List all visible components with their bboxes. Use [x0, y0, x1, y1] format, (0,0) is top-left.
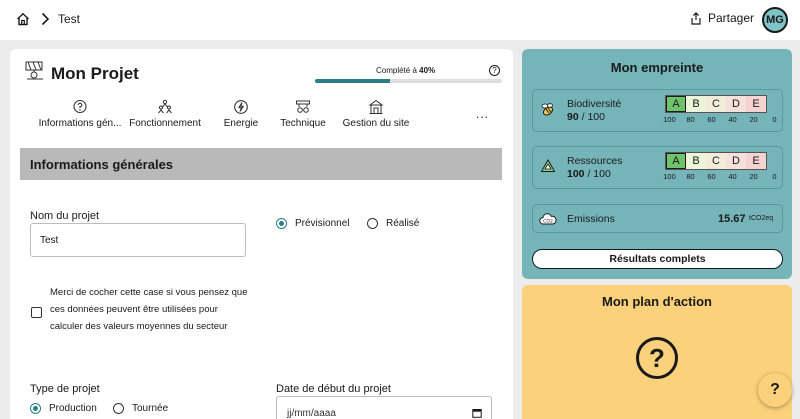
breadcrumb-item[interactable]: Test [58, 12, 80, 26]
biodiversity-grade-scale: A B C D E [665, 95, 767, 113]
more-tabs-button[interactable]: ... [476, 107, 489, 121]
tab-informations[interactable]: Informations gén... [24, 99, 136, 129]
emissions-metric: CO2 Emissions 15.67 tCO2eq [532, 204, 783, 233]
share-button[interactable]: Partager [690, 11, 754, 25]
share-icon [691, 11, 701, 25]
grade-a: A [666, 96, 686, 112]
tab-gestion-du-site[interactable]: Gestion du site [340, 99, 412, 129]
chevron-right-icon [41, 12, 50, 26]
checkbox-label: Merci de cocher cette case si vous pense… [50, 287, 248, 332]
progress-bar [315, 79, 502, 83]
help-button[interactable]: ? [758, 373, 792, 407]
radio-dot [113, 403, 124, 414]
project-card: Mon Projet Complété à 40% ? Informations… [10, 49, 513, 419]
progress-fill [315, 79, 390, 83]
question-mark-icon[interactable]: ? [636, 337, 678, 379]
co2-cloud-icon: CO2 [539, 213, 557, 225]
biodiversity-metric: Biodiversité 90 / 100 A B C D E 100 80 60 4… [532, 89, 783, 132]
full-results-button[interactable]: Résultats complets [532, 249, 783, 269]
share-label: Partager [708, 11, 755, 25]
radio-production[interactable]: Production [30, 403, 97, 414]
radio-realise[interactable]: Réalisé [367, 218, 419, 229]
footprint-title: Mon empreinte [610, 60, 704, 75]
emissions-value: 15.67 [718, 213, 746, 225]
grade-b: B [686, 153, 706, 169]
svg-text:CO2: CO2 [543, 218, 553, 224]
biodiversity-score: 90 / 100 [567, 111, 605, 123]
grade-c: C [706, 96, 726, 112]
tools-icon [296, 100, 310, 113]
resources-score: 100 / 100 [567, 168, 611, 180]
radio-previsionnel[interactable]: Prévisionnel [276, 218, 349, 229]
calendar-icon[interactable] [472, 408, 482, 418]
biodiversity-label: Biodiversité [567, 98, 622, 110]
radio-dot [367, 218, 378, 229]
emissions-label: Emissions [567, 213, 615, 225]
section-title: Informations générales [20, 148, 502, 180]
tab-fonctionnement[interactable]: Fonctionnement [123, 99, 207, 129]
progress-label: Complété à 40% [376, 66, 436, 75]
resources-metric: Ressources 100 / 100 A B C D E 100 80 60 40… [532, 146, 783, 189]
energy-icon [234, 100, 248, 114]
tab-bar: Informations gén... Fonctionnement Energ… [10, 99, 513, 135]
grade-a: A [666, 153, 686, 169]
grade-e: E [746, 153, 766, 169]
tab-energie[interactable]: Energie [215, 99, 267, 129]
action-plan-card: Mon plan d'action ? [522, 285, 792, 419]
start-date-input[interactable]: jj/mm/aaaa [276, 396, 492, 419]
recycle-icon [540, 158, 556, 172]
average-data-checkbox[interactable] [31, 307, 42, 318]
tab-technique[interactable]: Technique [275, 99, 331, 129]
people-icon [158, 99, 172, 114]
footprint-card: Mon empreinte Biodiversité 90 / 100 A B … [522, 49, 792, 279]
project-type-label: Type de projet [30, 383, 100, 395]
resources-grade-scale: A B C D E [665, 152, 767, 170]
avatar[interactable]: MG [762, 7, 788, 33]
radio-tournee[interactable]: Tournée [113, 403, 168, 414]
building-icon [368, 99, 384, 114]
home-icon[interactable] [16, 12, 30, 26]
grade-d: D [726, 153, 746, 169]
radio-dot [30, 403, 41, 414]
resources-scale: 100 80 60 40 20 0 [663, 172, 777, 181]
page-title: Mon Projet [51, 64, 139, 83]
grade-b: B [686, 96, 706, 112]
action-plan-title: Mon plan d'action [602, 294, 712, 309]
help-icon[interactable]: ? [489, 65, 500, 76]
biodiversity-scale: 100 80 60 40 20 0 [663, 115, 777, 124]
emissions-unit: tCO2eq [749, 215, 774, 222]
project-name-input[interactable]: Test [30, 223, 246, 257]
project-icon [25, 61, 43, 80]
top-bar: Test Partager MG [0, 0, 800, 40]
radio-dot [276, 218, 287, 229]
grade-d: D [726, 96, 746, 112]
grade-e: E [746, 96, 766, 112]
question-bubble-icon [73, 99, 87, 114]
grade-c: C [706, 153, 726, 169]
project-name-label: Nom du projet [30, 210, 100, 222]
resources-label: Ressources [567, 155, 623, 167]
bee-icon [541, 103, 554, 116]
start-date-label: Date de début du projet [276, 383, 391, 395]
